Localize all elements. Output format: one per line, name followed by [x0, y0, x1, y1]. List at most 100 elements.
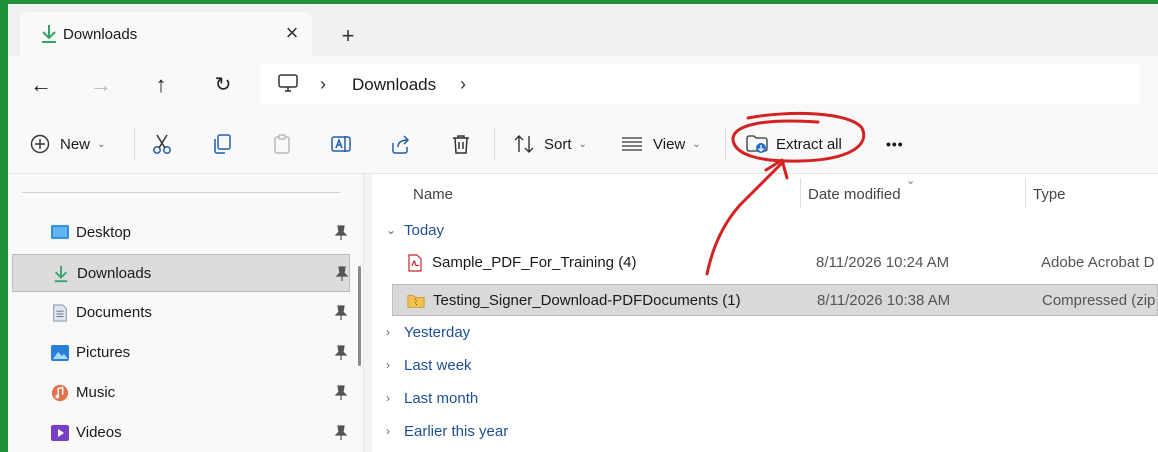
pictures-icon [51, 345, 69, 361]
sidebar-item-desktop[interactable]: Desktop [12, 214, 350, 252]
document-icon [53, 304, 67, 322]
group-header-earlier-this-year[interactable]: › Earlier this year [386, 419, 508, 443]
group-header-last-week[interactable]: › Last week [386, 353, 472, 377]
new-button[interactable]: New ⌄ [30, 130, 105, 158]
download-icon [54, 265, 68, 283]
column-header-name[interactable]: Name [413, 186, 453, 203]
column-divider[interactable] [1025, 178, 1026, 208]
pin-icon[interactable] [334, 305, 348, 321]
scissors-icon [153, 134, 171, 154]
file-row[interactable]: Testing_Signer_Download-PDFDocuments (1)… [392, 284, 1158, 316]
group-header-yesterday[interactable]: › Yesterday [386, 320, 470, 344]
file-type: Adobe Acrobat D [1041, 254, 1155, 271]
view-button[interactable]: View ⌄ [621, 130, 701, 158]
tab-title: Downloads [63, 26, 138, 43]
delete-button[interactable] [450, 130, 472, 158]
file-list: Name ⌄ Date modified Type ⌄ Today Sample… [372, 174, 1158, 452]
share-icon [392, 135, 410, 154]
chevron-down-icon: ⌄ [97, 138, 106, 150]
file-name: Sample_PDF_For_Training (4) [432, 254, 637, 271]
chevron-right-icon: › [386, 424, 390, 438]
sidebar-item-label: Pictures [76, 344, 131, 361]
sidebar-item-videos[interactable]: Videos [12, 414, 350, 452]
zip-folder-icon [407, 295, 425, 308]
sidebar-item-documents[interactable]: Documents [12, 294, 350, 332]
chevron-right-icon: › [386, 391, 390, 405]
chevron-down-icon: ⌄ [386, 223, 397, 237]
group-header-today[interactable]: ⌄ Today [386, 218, 444, 242]
toolbar-divider [494, 128, 495, 160]
extract-all-label: Extract all [776, 135, 842, 153]
column-divider[interactable] [800, 178, 801, 208]
clipboard-icon [274, 134, 290, 154]
column-header-date-modified[interactable]: Date modified [808, 186, 901, 203]
sort-button[interactable]: Sort ⌄ [513, 130, 587, 158]
sidebar-item-label: Downloads [77, 265, 152, 282]
videos-icon [51, 425, 69, 441]
chevron-down-icon: ⌄ [692, 138, 701, 150]
sidebar-item-downloads[interactable]: Downloads [12, 254, 350, 292]
pin-icon[interactable] [335, 266, 349, 282]
sidebar-item-label: Desktop [76, 224, 132, 241]
new-tab-button[interactable]: + [334, 22, 362, 50]
sidebar-divider [22, 192, 340, 193]
command-bar: New ⌄ Sort ⌄ View ⌄ Extract all ••• [8, 112, 1158, 174]
group-header-last-month[interactable]: › Last month [386, 386, 478, 410]
desktop-icon [51, 225, 69, 239]
pin-icon[interactable] [334, 385, 348, 401]
file-explorer-window: Downloads × + ← → ↑ ↻ › Downloads › New [8, 4, 1158, 452]
pdf-icon [408, 254, 422, 272]
sort-label: Sort [544, 135, 572, 153]
extract-all-button[interactable]: Extract all [746, 130, 842, 158]
sidebar-item-label: Videos [76, 424, 122, 441]
copy-button[interactable] [211, 130, 233, 158]
tab-bar: Downloads × + [8, 4, 1158, 56]
toolbar-divider [134, 128, 135, 160]
file-date: 8/11/2026 10:24 AM [816, 254, 950, 271]
this-pc-icon [278, 74, 298, 92]
sidebar-item-music[interactable]: Music [12, 374, 350, 412]
trash-icon [453, 135, 469, 154]
more-options-button[interactable]: ••• [886, 130, 904, 158]
paste-button[interactable] [271, 130, 293, 158]
breadcrumb-trailing-chevron-icon[interactable]: › [460, 74, 466, 95]
sidebar-item-label: Documents [76, 304, 152, 321]
toolbar-divider [725, 128, 726, 160]
sidebar-item-label: Music [76, 384, 116, 401]
sort-icon [514, 135, 534, 153]
file-type: Compressed (zip [1042, 292, 1156, 309]
refresh-button[interactable]: ↻ [208, 70, 238, 100]
pin-icon[interactable] [334, 345, 348, 361]
back-button[interactable]: ← [26, 70, 56, 100]
breadcrumb-chevron-icon[interactable]: › [320, 74, 326, 95]
file-name: Testing_Signer_Download-PDFDocuments (1) [433, 292, 741, 309]
file-row[interactable]: Sample_PDF_For_Training (4) 8/11/2026 10… [392, 247, 1158, 279]
more-dots-icon: ••• [886, 136, 904, 152]
sidebar-scrollbar[interactable] [358, 266, 361, 366]
music-icon [51, 384, 69, 402]
share-button[interactable] [390, 130, 412, 158]
chevron-right-icon: › [386, 358, 390, 372]
rename-button[interactable] [330, 130, 352, 158]
pin-icon[interactable] [334, 425, 348, 441]
breadcrumb-downloads[interactable]: Downloads [352, 75, 436, 95]
pin-icon[interactable] [334, 225, 348, 241]
up-button[interactable]: ↑ [146, 70, 176, 100]
cut-button[interactable] [151, 130, 173, 158]
sidebar-item-pictures[interactable]: Pictures [12, 334, 350, 372]
rename-icon [331, 136, 351, 152]
chevron-right-icon: › [386, 325, 390, 339]
new-label: New [60, 135, 91, 153]
column-header-type[interactable]: Type [1033, 186, 1066, 203]
address-row: ← → ↑ ↻ › Downloads › [8, 56, 1158, 112]
sort-indicator-icon: ⌄ [906, 175, 916, 187]
forward-button[interactable]: → [86, 70, 116, 100]
view-label: View [653, 135, 686, 153]
extract-folder-icon [746, 135, 768, 153]
close-tab-icon[interactable]: × [282, 22, 302, 44]
chevron-down-icon: ⌄ [578, 138, 587, 150]
navigation-pane: Desktop Downloads Documents Pictures Mus… [8, 174, 364, 452]
tab-downloads[interactable]: Downloads × [20, 12, 312, 56]
address-bar[interactable]: › Downloads › [260, 64, 1140, 104]
copy-icon [214, 134, 231, 154]
